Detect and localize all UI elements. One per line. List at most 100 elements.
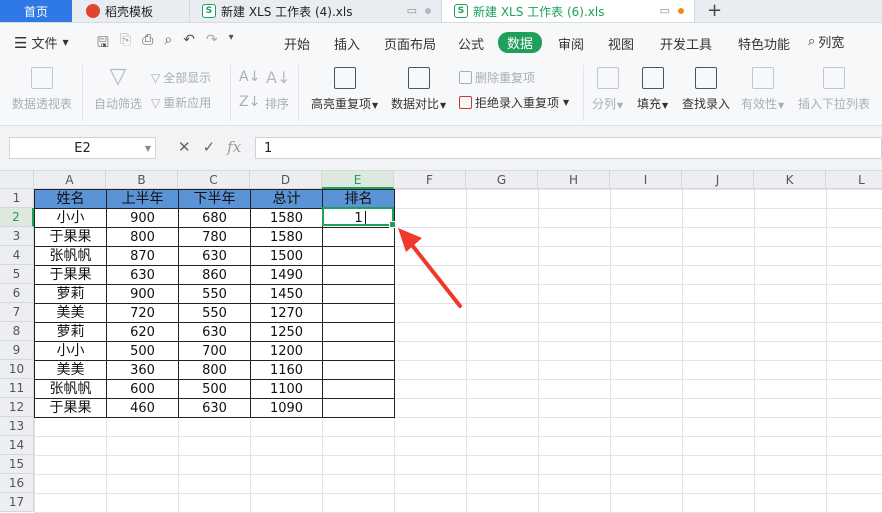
fill-button[interactable]: 填充▼ xyxy=(637,67,668,112)
tab-insert[interactable]: 插入 xyxy=(334,34,360,53)
monitor-icon[interactable]: ▭ xyxy=(660,4,670,17)
cell-b11[interactable]: 600 xyxy=(106,379,179,399)
fx-icon[interactable]: fx xyxy=(227,138,241,156)
cell-e3[interactable] xyxy=(322,227,395,247)
row-header-17[interactable]: 17 xyxy=(0,493,34,512)
column-header-k[interactable]: K xyxy=(754,171,826,189)
auto-filter-button[interactable]: ▽ 自动筛选 xyxy=(94,66,142,112)
cell-b12[interactable]: 460 xyxy=(106,398,179,418)
cell-b2[interactable]: 900 xyxy=(106,208,179,228)
cell-d8[interactable]: 1250 xyxy=(250,322,323,342)
cell-d12[interactable]: 1090 xyxy=(250,398,323,418)
output-icon[interactable]: ⎘ xyxy=(120,32,131,56)
cell-b3[interactable]: 800 xyxy=(106,227,179,247)
column-header-d[interactable]: D xyxy=(250,171,322,189)
column-header-g[interactable]: G xyxy=(466,171,538,189)
cell-a7[interactable]: 美美 xyxy=(34,303,107,323)
cell-e1[interactable]: 排名 xyxy=(322,189,395,209)
tab-view[interactable]: 视图 xyxy=(608,34,634,53)
highlight-duplicates-button[interactable]: 高亮重复项▼ xyxy=(311,67,378,112)
cell-a6[interactable]: 萝莉 xyxy=(34,284,107,304)
cell-d10[interactable]: 1160 xyxy=(250,360,323,380)
cell-c9[interactable]: 700 xyxy=(178,341,251,361)
customize-icon[interactable]: ▾ xyxy=(229,32,234,56)
formula-input[interactable]: 1 xyxy=(255,137,882,159)
column-header-c[interactable]: C xyxy=(178,171,250,189)
show-all-button[interactable]: ▽ 全部显示 xyxy=(151,69,211,86)
validity-button[interactable]: 有效性▼ xyxy=(741,67,784,112)
select-all-corner[interactable] xyxy=(0,171,34,189)
column-header-e[interactable]: E xyxy=(322,171,394,189)
split-column-button[interactable]: 分列▼ xyxy=(592,67,623,112)
tab-features[interactable]: 特色功能 xyxy=(738,34,790,53)
cell-b8[interactable]: 620 xyxy=(106,322,179,342)
sort-button[interactable]: A↓ 排序 xyxy=(265,67,290,112)
confirm-icon[interactable]: ✓ xyxy=(203,138,216,156)
cell-c11[interactable]: 500 xyxy=(178,379,251,399)
file-menu[interactable]: ☰ 文件 ▼ xyxy=(14,33,69,53)
chevron-down-icon[interactable]: ▼ xyxy=(145,144,151,153)
save-icon[interactable]: 🖫 xyxy=(97,32,109,56)
cell-b9[interactable]: 500 xyxy=(106,341,179,361)
cell-d1[interactable]: 总计 xyxy=(250,189,323,209)
cell-d9[interactable]: 1200 xyxy=(250,341,323,361)
cell-a5[interactable]: 于果果 xyxy=(34,265,107,285)
search-box[interactable]: ⌕ 列宽 xyxy=(808,32,844,51)
row-header-1[interactable]: 1 xyxy=(0,189,34,208)
cell-a9[interactable]: 小小 xyxy=(34,341,107,361)
cell-e8[interactable] xyxy=(322,322,395,342)
cell-a8[interactable]: 萝莉 xyxy=(34,322,107,342)
data-compare-button[interactable]: 数据对比▼ xyxy=(391,67,446,112)
cell-d3[interactable]: 1580 xyxy=(250,227,323,247)
cell-c6[interactable]: 550 xyxy=(178,284,251,304)
remove-duplicates-button[interactable]: 删除重复项 xyxy=(459,69,535,86)
tab-home[interactable]: 首页 xyxy=(0,0,72,22)
column-header-a[interactable]: A xyxy=(34,171,106,189)
row-header-8[interactable]: 8 xyxy=(0,322,34,341)
insert-dropdown-button[interactable]: 插入下拉列表 xyxy=(798,67,870,112)
print-preview-icon[interactable]: ⌕ xyxy=(164,32,172,56)
cell-a4[interactable]: 张帆帆 xyxy=(34,246,107,266)
row-header-4[interactable]: 4 xyxy=(0,246,34,265)
cell-a12[interactable]: 于果果 xyxy=(34,398,107,418)
row-header-6[interactable]: 6 xyxy=(0,284,34,303)
tab-start[interactable]: 开始 xyxy=(284,34,310,53)
row-header-11[interactable]: 11 xyxy=(0,379,34,398)
cell-d5[interactable]: 1490 xyxy=(250,265,323,285)
cell-d11[interactable]: 1100 xyxy=(250,379,323,399)
cell-c5[interactable]: 860 xyxy=(178,265,251,285)
tab-formula[interactable]: 公式 xyxy=(458,34,484,53)
column-header-j[interactable]: J xyxy=(682,171,754,189)
row-header-13[interactable]: 13 xyxy=(0,417,34,436)
cell-e10[interactable] xyxy=(322,360,395,380)
sort-asc-icon[interactable]: A↓ xyxy=(239,69,260,85)
cell-c2[interactable]: 680 xyxy=(178,208,251,228)
tab-doc-template[interactable]: 稻壳模板 xyxy=(74,0,190,22)
print-icon[interactable]: ⎙ xyxy=(142,32,153,56)
cell-b6[interactable]: 900 xyxy=(106,284,179,304)
row-header-15[interactable]: 15 xyxy=(0,455,34,474)
column-header-f[interactable]: F xyxy=(394,171,466,189)
cell-c10[interactable]: 800 xyxy=(178,360,251,380)
row-header-10[interactable]: 10 xyxy=(0,360,34,379)
row-header-12[interactable]: 12 xyxy=(0,398,34,417)
cell-e6[interactable] xyxy=(322,284,395,304)
lookup-entry-button[interactable]: 查找录入 xyxy=(682,67,730,112)
reapply-button[interactable]: ▽ 重新应用 xyxy=(151,94,211,111)
cell-a10[interactable]: 美美 xyxy=(34,360,107,380)
row-header-2[interactable]: 2 xyxy=(0,208,34,227)
column-header-i[interactable]: I xyxy=(610,171,682,189)
row-header-14[interactable]: 14 xyxy=(0,436,34,455)
row-header-3[interactable]: 3 xyxy=(0,227,34,246)
tab-doc-xls-4[interactable]: S 新建 XLS 工作表 (4).xls ▭ xyxy=(190,0,442,22)
cancel-icon[interactable]: ✕ xyxy=(178,138,191,156)
pivot-table-button[interactable]: 数据透视表 xyxy=(12,67,72,112)
cell-a3[interactable]: 于果果 xyxy=(34,227,107,247)
column-header-b[interactable]: B xyxy=(106,171,178,189)
fill-handle[interactable] xyxy=(389,221,396,228)
name-box[interactable]: E2 ▼ xyxy=(9,137,156,159)
monitor-icon[interactable]: ▭ xyxy=(407,4,417,17)
tab-review[interactable]: 审阅 xyxy=(558,34,584,53)
cell-a11[interactable]: 张帆帆 xyxy=(34,379,107,399)
cell-d6[interactable]: 1450 xyxy=(250,284,323,304)
